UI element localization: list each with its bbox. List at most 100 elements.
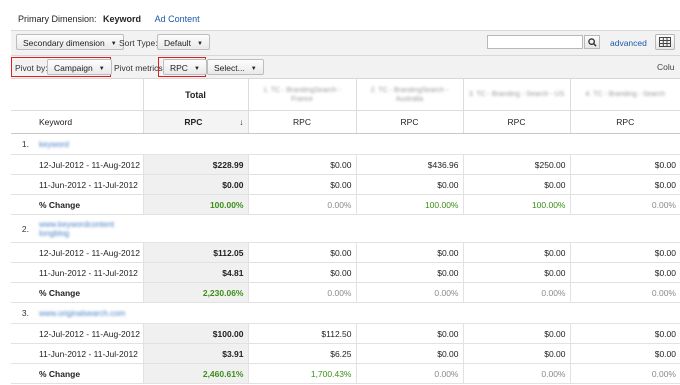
pivot-value: $0.00 [248, 262, 357, 283]
pivot-value: $0.00 [570, 154, 680, 175]
row-index: 2. [11, 214, 35, 243]
percent-change-row: % Change 2,230.06% 0.00% 0.00% 0.00% 0.0… [11, 282, 680, 303]
sort-down-arrow-icon: ↓ [239, 117, 244, 127]
table-row: 11-Jun-2012 - 11-Jul-2012 $3.91 $6.25 $0… [11, 343, 680, 364]
search-input[interactable] [487, 35, 583, 49]
sort-type-label: Sort Type: [119, 38, 158, 48]
total-column-header: Total [143, 79, 249, 111]
table-row: 12-Jul-2012 - 11-Aug-2012 $112.05 $0.00 … [11, 242, 680, 263]
primary-dimension-label: Primary Dimension: [18, 14, 97, 24]
total-rpc-sort-header[interactable]: RPC ↓ [143, 110, 249, 134]
pivot-metric-select-label: Select... [214, 63, 245, 73]
columns-control[interactable]: Colu [657, 62, 674, 72]
pivot-table: Total 1. TC - BrandingSearch - France 2.… [11, 79, 680, 384]
table-view-button[interactable] [655, 34, 675, 50]
chevron-down-icon: ▼ [193, 66, 200, 72]
date-range-label: 11-Jun-2012 - 11-Jul-2012 [35, 343, 144, 364]
pivot-value: $0.00 [463, 174, 571, 195]
pivot-value: $0.00 [248, 242, 357, 263]
pivot-value: $0.00 [248, 154, 357, 175]
total-value: $228.99 [143, 154, 249, 175]
keyword-row: 1. keyword [11, 133, 680, 155]
search-icon [587, 38, 597, 47]
metric-header-row: Keyword RPC ↓ RPC RPC RPC RPC [11, 110, 680, 134]
chevron-down-icon: ▼ [98, 66, 105, 72]
rpc-column-header[interactable]: RPC [356, 110, 464, 134]
table-row: 12-Jul-2012 - 11-Aug-2012 $100.00 $112.5… [11, 323, 680, 344]
pivot-value: $0.00 [463, 242, 571, 263]
pivot-by-dropdown[interactable]: Campaign ▼ [47, 59, 112, 75]
pivot-value: $0.00 [570, 242, 680, 263]
pivot-by-label: Pivot by: [15, 63, 48, 73]
total-value: $100.00 [143, 323, 249, 344]
pivot-column-header[interactable]: 1. TC - BrandingSearch - France [248, 79, 357, 111]
pivot-column-header[interactable]: 4. TC - Branding - Search [570, 79, 680, 111]
percent-change-row: % Change 2,460.61% 1,700.43% 0.00% 0.00%… [11, 363, 680, 384]
date-range-label: 11-Jun-2012 - 11-Jul-2012 [35, 174, 144, 195]
pivot-metric-select-dropdown[interactable]: Select... ▼ [207, 59, 264, 75]
table-row: 11-Jun-2012 - 11-Jul-2012 $4.81 $0.00 $0… [11, 262, 680, 283]
pivot-change-value: 100.00% [463, 194, 571, 215]
keyword-link[interactable]: www.originalsearch.com [39, 309, 125, 318]
pivot-value: $112.50 [248, 323, 357, 344]
pivot-toolbar: Pivot by: Campaign ▼ Pivot metrics: RPC ▼ … [11, 56, 680, 79]
pivot-change-value: 0.00% [356, 363, 464, 384]
chevron-down-icon: ▼ [250, 66, 257, 72]
percent-change-label: % Change [35, 363, 144, 384]
pivot-value: $0.00 [570, 262, 680, 283]
pivot-column-header[interactable]: 3. TC - Branding - Search - US [463, 79, 571, 111]
pivot-value: $0.00 [570, 174, 680, 195]
total-value: $3.91 [143, 343, 249, 364]
table-row: 12-Jul-2012 - 11-Aug-2012 $228.99 $0.00 … [11, 154, 680, 175]
keyword-link[interactable]: keyword [39, 140, 114, 149]
pivot-value: $0.00 [463, 343, 571, 364]
pivot-change-value: 100.00% [356, 194, 464, 215]
advanced-filter-link[interactable]: advanced [610, 38, 647, 48]
date-range-label: 12-Jul-2012 - 11-Aug-2012 [35, 242, 144, 263]
pivot-by-value: Campaign [54, 63, 93, 73]
secondary-dimension-button[interactable]: Secondary dimension ▼ [16, 34, 124, 50]
table-toolbar: Secondary dimension ▼ Sort Type: Default ▼… [11, 30, 680, 56]
pivot-metric-dropdown[interactable]: RPC ▼ [163, 59, 207, 75]
pivot-value: $436.96 [356, 154, 464, 175]
pivot-value: $0.00 [356, 242, 464, 263]
date-range-label: 11-Jun-2012 - 11-Jul-2012 [35, 262, 144, 283]
total-change-value: 2,460.61% [143, 363, 249, 384]
keyword-row: 2. www.keywordcontent longblog [11, 214, 680, 243]
chevron-down-icon: ▼ [110, 41, 117, 47]
pivot-value: $0.00 [570, 343, 680, 364]
chevron-down-icon: ▼ [196, 41, 203, 47]
pivot-change-value: 1,700.43% [248, 363, 357, 384]
sort-type-dropdown[interactable]: Default ▼ [157, 34, 210, 50]
ad-content-link[interactable]: Ad Content [155, 14, 200, 24]
keyword-cell: keyword [35, 133, 680, 155]
pivot-metric-value: RPC [170, 63, 188, 73]
total-value: $112.05 [143, 242, 249, 263]
pivot-change-value: 0.00% [248, 282, 357, 303]
keyword-column-header[interactable]: Keyword [35, 110, 144, 134]
keyword-row: 3. www.originalsearch.com [11, 302, 680, 324]
pivot-change-value: 0.00% [248, 194, 357, 215]
pivot-column-header[interactable]: 2. TC - BrandingSearch - Australia [356, 79, 464, 111]
table-row: 11-Jun-2012 - 11-Jul-2012 $0.00 $0.00 $0… [11, 174, 680, 195]
rpc-column-header[interactable]: RPC [463, 110, 571, 134]
total-value: $4.81 [143, 262, 249, 283]
pivot-value: $0.00 [356, 174, 464, 195]
secondary-dimension-label: Secondary dimension [23, 38, 105, 48]
total-value: $0.00 [143, 174, 249, 195]
keyword-link[interactable]: www.keywordcontent longblog [39, 220, 114, 238]
row-index: 1. [11, 133, 35, 155]
pivot-header-row: Total 1. TC - BrandingSearch - France 2.… [11, 79, 680, 111]
pivot-value: $0.00 [463, 323, 571, 344]
search-button[interactable] [584, 35, 600, 49]
row-index: 3. [11, 302, 35, 324]
rpc-column-header[interactable]: RPC [570, 110, 680, 134]
grid-icon [659, 37, 671, 47]
date-range-label: 12-Jul-2012 - 11-Aug-2012 [35, 154, 144, 175]
pivot-value: $250.00 [463, 154, 571, 175]
rpc-column-header[interactable]: RPC [248, 110, 357, 134]
keyword-cell: www.originalsearch.com [35, 302, 680, 324]
keyword-cell: www.keywordcontent longblog [35, 214, 680, 243]
pivot-value: $0.00 [356, 262, 464, 283]
primary-dimension-keyword[interactable]: Keyword [103, 14, 141, 24]
